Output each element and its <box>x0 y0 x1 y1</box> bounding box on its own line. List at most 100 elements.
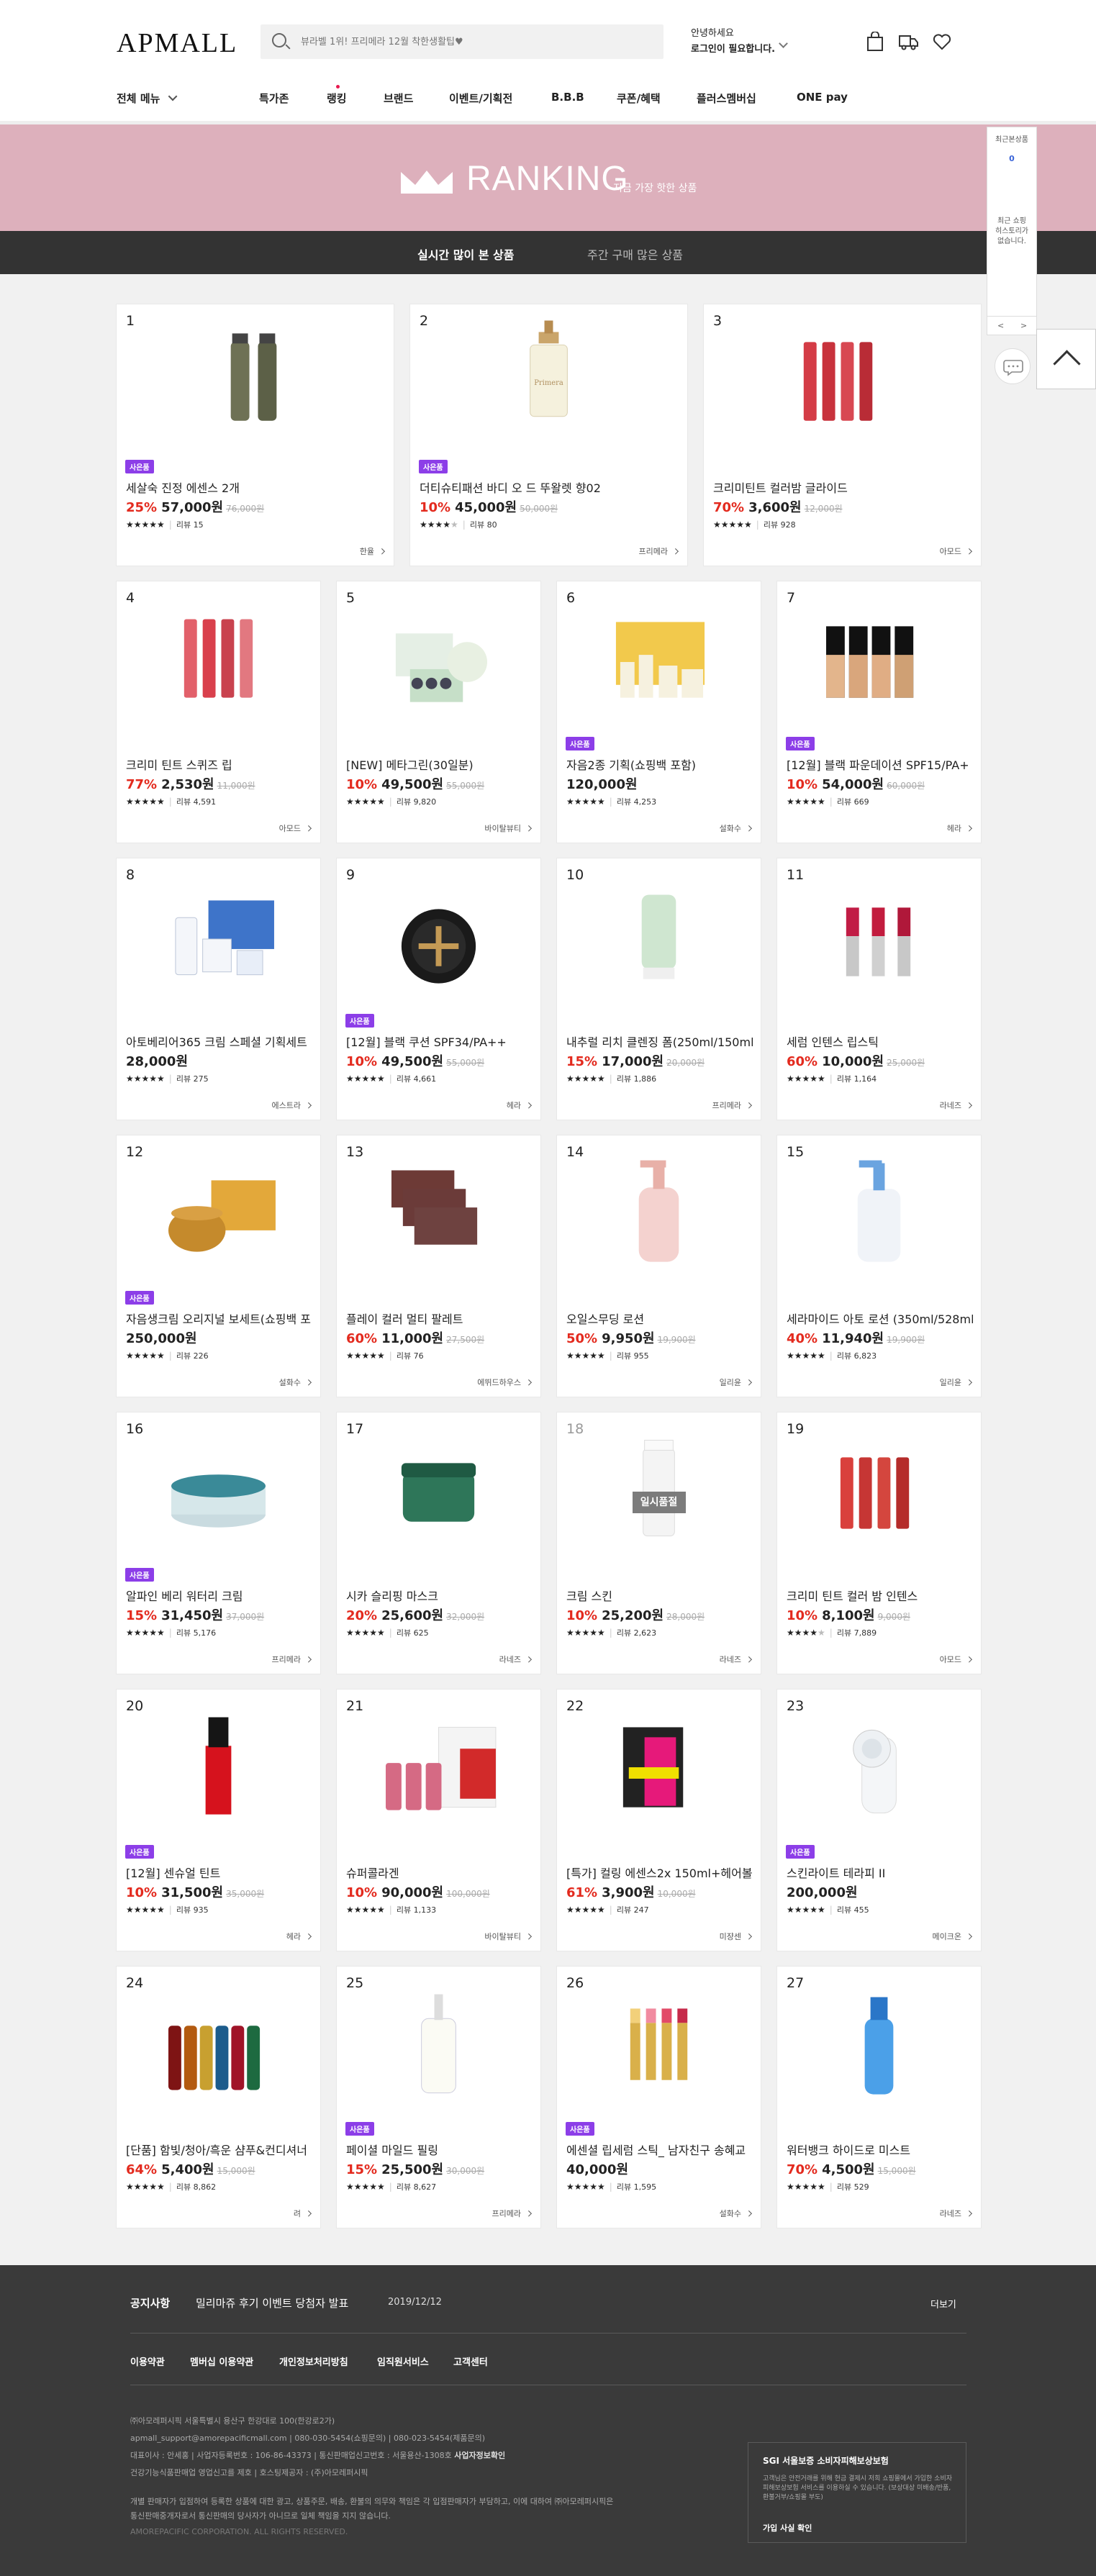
product-image[interactable] <box>337 597 540 733</box>
product-name[interactable]: 자음생크림 오리지널 보세트(쇼핑백 포 <box>126 1310 312 1327</box>
product-name[interactable]: 스킨라이트 테라피 II <box>787 1864 973 1881</box>
search-input[interactable] <box>301 33 646 50</box>
login-prompt[interactable]: 로그인이 필요합니다. <box>691 44 775 55</box>
product-name[interactable]: 슈퍼콜라겐 <box>346 1864 533 1881</box>
product-name[interactable]: 페이셜 마일드 필링 <box>346 2141 533 2158</box>
product-card[interactable]: 7 사은품 [12월] 블랙 파운데이션 SPF15/PA+ 10% 54,000원 60… <box>776 581 982 843</box>
brand-link[interactable]: 바이탈뷰티 <box>484 1931 530 1942</box>
product-name[interactable]: 에센셜 립세럼 스틱_ 남자친구 송혜교 <box>566 2141 753 2158</box>
brand-link[interactable]: 라네즈 <box>940 1099 971 1111</box>
scroll-top-button[interactable] <box>1036 329 1096 389</box>
product-image[interactable] <box>704 320 981 455</box>
brand-link[interactable]: 려 <box>294 2208 310 2219</box>
nav-item-bbb[interactable]: B.B.B <box>551 91 584 104</box>
brand-link[interactable]: 한율 <box>360 545 384 557</box>
brand-link[interactable]: 아모드 <box>279 822 310 834</box>
product-card[interactable]: 9 사은품 [12월] 블랙 쿠션 SPF34/PA++ 10% 49,500원 55,0… <box>336 858 541 1120</box>
brand-link[interactable]: 프리메라 <box>639 545 677 557</box>
product-name[interactable]: [NEW] 메타그린(30일분) <box>346 756 533 773</box>
product-card[interactable]: 5 [NEW] 메타그린(30일분) 10% 49,500원 55,000원 ★★★★★ |… <box>336 581 541 843</box>
product-card[interactable]: 21 슈퍼콜라겐 10% 90,000원 100,000원 ★★★★★ | 리뷰 1,133 바… <box>336 1689 541 1951</box>
tab-weekly-purchases[interactable]: 주간 구매 많은 상품 <box>587 245 683 263</box>
nav-item-onepay[interactable]: ONE pay <box>797 91 848 104</box>
product-image[interactable] <box>117 1428 320 1564</box>
product-name[interactable]: [12월] 블랙 파운데이션 SPF15/PA+ <box>787 756 973 773</box>
nav-item-ranking[interactable]: 랭킹 <box>327 91 347 106</box>
product-card[interactable]: 26 사은품 에센셜 립세럼 스틱_ 남자친구 송혜교 40,000원 ★★★★★ | 리뷰… <box>556 1966 761 2228</box>
next-button[interactable]: > <box>1020 321 1027 330</box>
product-image[interactable] <box>777 1428 981 1564</box>
apmall-logo[interactable]: APMALL <box>117 27 237 59</box>
product-image[interactable] <box>117 597 320 733</box>
product-card[interactable]: 16 사은품 알파인 베리 워터리 크림 15% 31,450원 37,000원 ★★★★★… <box>116 1412 321 1674</box>
product-name[interactable]: 크리미 틴트 컬러 밤 인텐스 <box>787 1587 973 1604</box>
product-image[interactable] <box>117 1705 320 1841</box>
product-name[interactable]: 크리미 틴트 스퀴즈 립 <box>126 756 312 773</box>
product-card[interactable]: 23 사은품 스킨라이트 테라피 II 200,000원 ★★★★★ | 리뷰 455 메이크… <box>776 1689 982 1951</box>
product-name[interactable]: 자음2종 기획(쇼핑백 포함) <box>566 756 753 773</box>
brand-link[interactable]: 라네즈 <box>720 1654 751 1665</box>
product-card[interactable]: 15 세라마이드 아토 로션 (350ml/528ml) 40% 11,940원 19,… <box>776 1135 982 1397</box>
product-name[interactable]: 세럼 인텐스 립스틱 <box>787 1033 973 1050</box>
product-card[interactable]: 24 [단품] 함빛/청아/흑운 샴푸&컨디셔너 64% 5,400원 15,000원 ★… <box>116 1966 321 2228</box>
brand-link[interactable]: 설화수 <box>720 822 751 834</box>
product-name[interactable]: [12월] 블랙 쿠션 SPF34/PA++ <box>346 1033 533 1050</box>
footer-link-membership-terms[interactable]: 멤버십 이용약관 <box>190 2354 253 2368</box>
brand-link[interactable]: 프리메라 <box>272 1654 310 1665</box>
product-name[interactable]: [12월] 센슈얼 틴트 <box>126 1864 312 1881</box>
product-name[interactable]: 크리미틴트 컬러밤 글라이드 <box>713 479 973 496</box>
product-image[interactable] <box>337 1982 540 2118</box>
product-image[interactable] <box>337 874 540 1010</box>
bag-icon[interactable] <box>865 32 885 52</box>
product-image[interactable] <box>557 874 761 1010</box>
product-image[interactable] <box>777 1151 981 1287</box>
product-card[interactable]: 12 사은품 자음생크림 오리지널 보세트(쇼핑백 포 250,000원 ★★★★★ | 리… <box>116 1135 321 1397</box>
search-bar[interactable] <box>261 24 664 59</box>
nav-item-brand[interactable]: 브랜드 <box>384 91 413 106</box>
product-name[interactable]: 플레이 컬러 멀티 팔레트 <box>346 1310 533 1327</box>
product-card[interactable]: 25 사은품 페이셜 마일드 필링 15% 25,500원 30,000원 ★★★★★ | 리뷰… <box>336 1966 541 2228</box>
product-card[interactable]: 6 사은품 자음2종 기획(쇼핑백 포함) 120,000원 ★★★★★ | 리뷰 4,25… <box>556 581 761 843</box>
brand-link[interactable]: 프리메라 <box>492 2208 530 2219</box>
product-card[interactable]: 17 시카 슬리핑 마스크 20% 25,600원 32,000원 ★★★★★ | 리뷰 62… <box>336 1412 541 1674</box>
product-name[interactable]: 세라마이드 아토 로션 (350ml/528ml) <box>787 1310 973 1327</box>
prev-button[interactable]: < <box>997 321 1004 330</box>
product-card[interactable]: 22 [특가] 컬링 에센스2x 150ml+헤어볼 기 61% 3,900원 10,0… <box>556 1689 761 1951</box>
product-image[interactable] <box>117 320 394 455</box>
brand-link[interactable]: 헤라 <box>507 1099 530 1111</box>
login-box[interactable]: 안녕하세요 로그인이 필요합니다. <box>691 26 788 58</box>
all-menu-button[interactable]: 전체 메뉴 <box>117 91 173 106</box>
product-name[interactable]: 워터뱅크 하이드로 미스트 <box>787 2141 973 2158</box>
brand-link[interactable]: 에뛰드하우스 <box>477 1377 530 1388</box>
notice-more-link[interactable]: 더보기 <box>930 2297 956 2310</box>
nav-item-membership[interactable]: 플러스멤버십 <box>697 91 756 106</box>
product-image[interactable] <box>337 1428 540 1564</box>
brand-link[interactable]: 설화수 <box>720 2208 751 2219</box>
product-card[interactable]: 11 세럼 인텐스 립스틱 60% 10,000원 25,000원 ★★★★★ | 리뷰 1,… <box>776 858 982 1120</box>
nav-item-events[interactable]: 이벤트/기획전 <box>449 91 512 106</box>
product-image[interactable] <box>777 1982 981 2118</box>
product-name[interactable]: [단품] 함빛/청아/흑운 샴푸&컨디셔너 <box>126 2141 312 2158</box>
footer-link-privacy[interactable]: 개인정보처리방침 <box>279 2354 348 2368</box>
business-info-link[interactable]: 사업자정보확인 <box>454 2451 505 2460</box>
product-name[interactable]: [특가] 컬링 에센스2x 150ml+헤어볼 기 <box>566 1864 753 1881</box>
footer-link-customer-center[interactable]: 고객센터 <box>453 2354 488 2368</box>
brand-link[interactable]: 일리윤 <box>720 1377 751 1388</box>
product-image[interactable] <box>777 597 981 733</box>
product-name[interactable]: 오일스무딩 로션 <box>566 1310 753 1327</box>
nav-item-deals[interactable]: 특가존 <box>259 91 289 106</box>
product-card[interactable]: 14 오일스무딩 로션 50% 9,950원 19,900원 ★★★★★ | 리뷰 955 일리… <box>556 1135 761 1397</box>
product-card[interactable]: 18 일시품절 크림 스킨 10% 25,200원 28,000원 ★★★★★ | 리뷰 2,6… <box>556 1412 761 1674</box>
product-name[interactable]: 세살숙 진정 에센스 2개 <box>126 479 386 496</box>
product-card[interactable]: 1 사은품 세살숙 진정 에센스 2개 25% 57,000원 76,000원 ★★★★★ |… <box>116 304 394 566</box>
product-card[interactable]: 8 아토베리어365 크림 스페셜 기획세트 28,000원 ★★★★★ | 리뷰 275… <box>116 858 321 1120</box>
chevron-down-icon[interactable] <box>779 39 788 48</box>
product-name[interactable]: 알파인 베리 워터리 크림 <box>126 1587 312 1604</box>
sgi-confirm-link[interactable]: 가입 사실 확인 <box>763 2522 812 2534</box>
product-card[interactable]: 27 워터뱅크 하이드로 미스트 70% 4,500원 15,000원 ★★★★★ | 리뷰 … <box>776 1966 982 2228</box>
product-card[interactable]: 20 사은품 [12월] 센슈얼 틴트 10% 31,500원 35,000원 ★★★★★ |… <box>116 1689 321 1951</box>
product-image[interactable] <box>777 1705 981 1841</box>
product-image[interactable] <box>557 1982 761 2118</box>
product-card[interactable]: 13 플레이 컬러 멀티 팔레트 60% 11,000원 27,500원 ★★★★★ | 리뷰… <box>336 1135 541 1397</box>
brand-link[interactable]: 미쟝센 <box>720 1931 751 1942</box>
